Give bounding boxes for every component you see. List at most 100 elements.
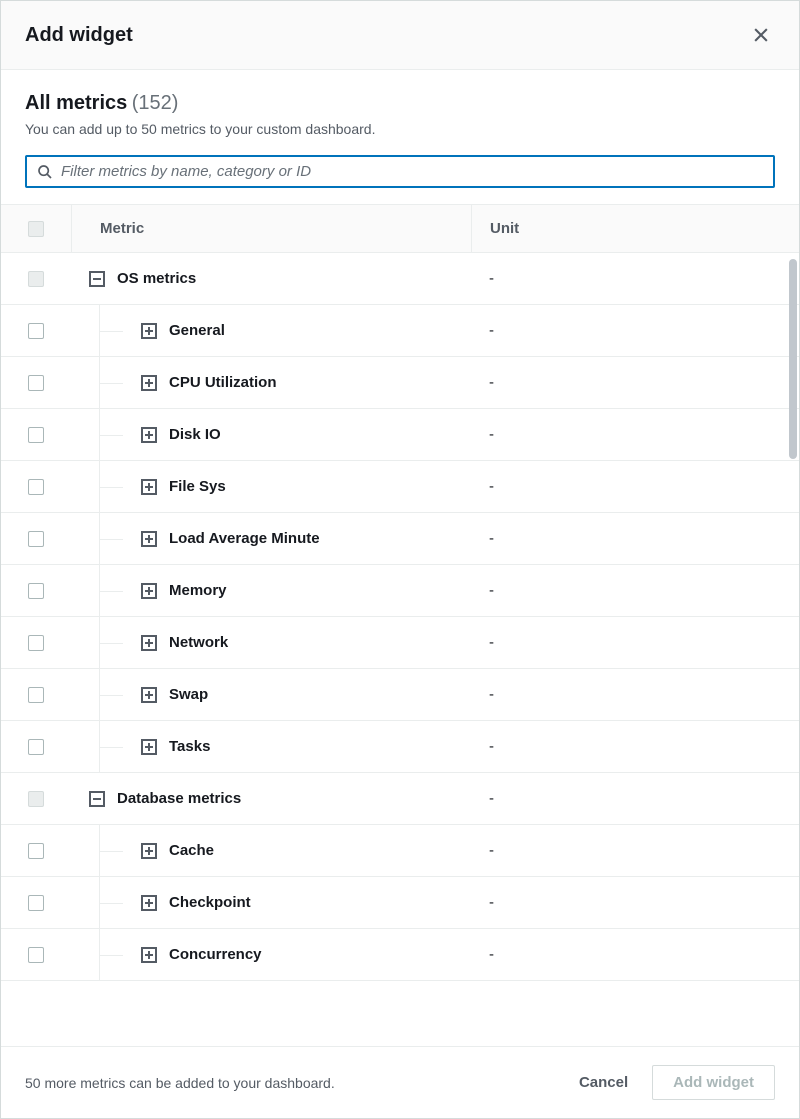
row-metric-cell: CPU Utilization	[71, 357, 471, 408]
metric-label: Concurrency	[169, 946, 262, 963]
collapse-icon[interactable]	[89, 271, 105, 287]
row-unit-cell: -	[471, 582, 799, 599]
expand-icon[interactable]	[141, 635, 157, 651]
cancel-button[interactable]: Cancel	[579, 1074, 628, 1091]
row-metric-cell: Database metrics	[71, 773, 471, 824]
table-row[interactable]: Network-	[1, 617, 799, 669]
row-checkbox-cell	[1, 583, 71, 599]
table-row[interactable]: General -	[1, 305, 799, 357]
row-unit-cell: -	[471, 478, 799, 495]
table-row[interactable]: CPU Utilization-	[1, 357, 799, 409]
table-row[interactable]: Concurrency-	[1, 929, 799, 981]
row-metric-cell: Cache	[71, 825, 471, 876]
row-unit-cell: -	[471, 790, 799, 807]
row-metric-cell: Load Average Minute	[71, 513, 471, 564]
metric-label: Load Average Minute	[169, 530, 320, 547]
row-unit-cell: -	[471, 530, 799, 547]
tree-line	[99, 903, 123, 904]
search-input[interactable]	[61, 163, 763, 180]
row-checkbox[interactable]	[28, 843, 44, 859]
collapse-icon[interactable]	[89, 791, 105, 807]
tree-line	[99, 955, 123, 956]
close-button[interactable]	[747, 21, 775, 49]
row-checkbox[interactable]	[28, 635, 44, 651]
expand-icon[interactable]	[141, 427, 157, 443]
metric-label: Disk IO	[169, 426, 221, 443]
metric-label: Database metrics	[117, 790, 241, 807]
row-metric-cell: Swap	[71, 669, 471, 720]
row-checkbox[interactable]	[28, 687, 44, 703]
metrics-table: Metric Unit OS metrics-General-CPU Utili…	[1, 204, 799, 1047]
row-checkbox[interactable]	[28, 739, 44, 755]
row-metric-cell: Disk IO	[71, 409, 471, 460]
expand-icon[interactable]	[141, 947, 157, 963]
section-title: All metrics	[25, 92, 127, 114]
metric-label: Checkpoint	[169, 894, 251, 911]
tree-line	[99, 487, 123, 488]
search-box[interactable]	[25, 155, 775, 188]
search-icon	[37, 164, 53, 180]
row-checkbox-cell	[1, 271, 71, 287]
row-checkbox[interactable]	[28, 531, 44, 547]
row-metric-cell: Network	[71, 617, 471, 668]
row-checkbox[interactable]	[28, 947, 44, 963]
expand-icon[interactable]	[141, 687, 157, 703]
expand-icon[interactable]	[141, 739, 157, 755]
row-checkbox-cell	[1, 375, 71, 391]
dialog-title: Add widget	[25, 24, 133, 47]
scrollbar-thumb[interactable]	[789, 259, 797, 459]
row-checkbox-cell	[1, 427, 71, 443]
table-row[interactable]: Swap-	[1, 669, 799, 721]
metric-label: Cache	[169, 842, 214, 859]
metric-label: General	[169, 322, 225, 339]
row-unit-cell: -	[471, 426, 799, 443]
tree-line	[99, 591, 123, 592]
row-checkbox[interactable]	[28, 479, 44, 495]
row-checkbox[interactable]	[28, 271, 44, 287]
column-header-unit[interactable]: Unit	[471, 205, 799, 252]
expand-icon[interactable]	[141, 375, 157, 391]
select-all-checkbox[interactable]	[28, 221, 44, 237]
table-row[interactable]: Tasks-	[1, 721, 799, 773]
row-checkbox[interactable]	[28, 323, 44, 339]
row-unit-cell: -	[471, 634, 799, 651]
row-checkbox[interactable]	[28, 427, 44, 443]
table-row[interactable]: File Sys -	[1, 461, 799, 513]
row-unit-cell: -	[471, 322, 799, 339]
table-row[interactable]: Database metrics -	[1, 773, 799, 825]
row-checkbox[interactable]	[28, 375, 44, 391]
row-metric-cell: Memory	[71, 565, 471, 616]
column-header-metric[interactable]: Metric	[71, 205, 471, 252]
expand-icon[interactable]	[141, 479, 157, 495]
table-body[interactable]: OS metrics-General-CPU Utilization-Disk …	[1, 253, 799, 1046]
table-row[interactable]: Disk IO -	[1, 409, 799, 461]
metric-label: OS metrics	[117, 270, 196, 287]
row-unit-cell: -	[471, 894, 799, 911]
tree-line	[99, 539, 123, 540]
row-unit-cell: -	[471, 686, 799, 703]
expand-icon[interactable]	[141, 531, 157, 547]
table-row[interactable]: Checkpoint -	[1, 877, 799, 929]
expand-icon[interactable]	[141, 323, 157, 339]
expand-icon[interactable]	[141, 843, 157, 859]
row-unit-cell: -	[471, 738, 799, 755]
table-row[interactable]: Cache -	[1, 825, 799, 877]
table-row[interactable]: OS metrics-	[1, 253, 799, 305]
row-checkbox-cell	[1, 687, 71, 703]
metrics-count: (152)	[132, 92, 179, 114]
metric-label: File Sys	[169, 478, 226, 495]
metric-label: Memory	[169, 582, 227, 599]
row-metric-cell: Tasks	[71, 721, 471, 772]
row-checkbox[interactable]	[28, 583, 44, 599]
row-checkbox[interactable]	[28, 895, 44, 911]
add-widget-button[interactable]: Add widget	[652, 1065, 775, 1100]
table-row[interactable]: Load Average Minute -	[1, 513, 799, 565]
expand-icon[interactable]	[141, 583, 157, 599]
row-checkbox-cell	[1, 739, 71, 755]
row-unit-cell: -	[471, 842, 799, 859]
row-checkbox[interactable]	[28, 791, 44, 807]
table-row[interactable]: Memory -	[1, 565, 799, 617]
expand-icon[interactable]	[141, 895, 157, 911]
table-header-row: Metric Unit	[1, 205, 799, 253]
tree-line	[99, 435, 123, 436]
